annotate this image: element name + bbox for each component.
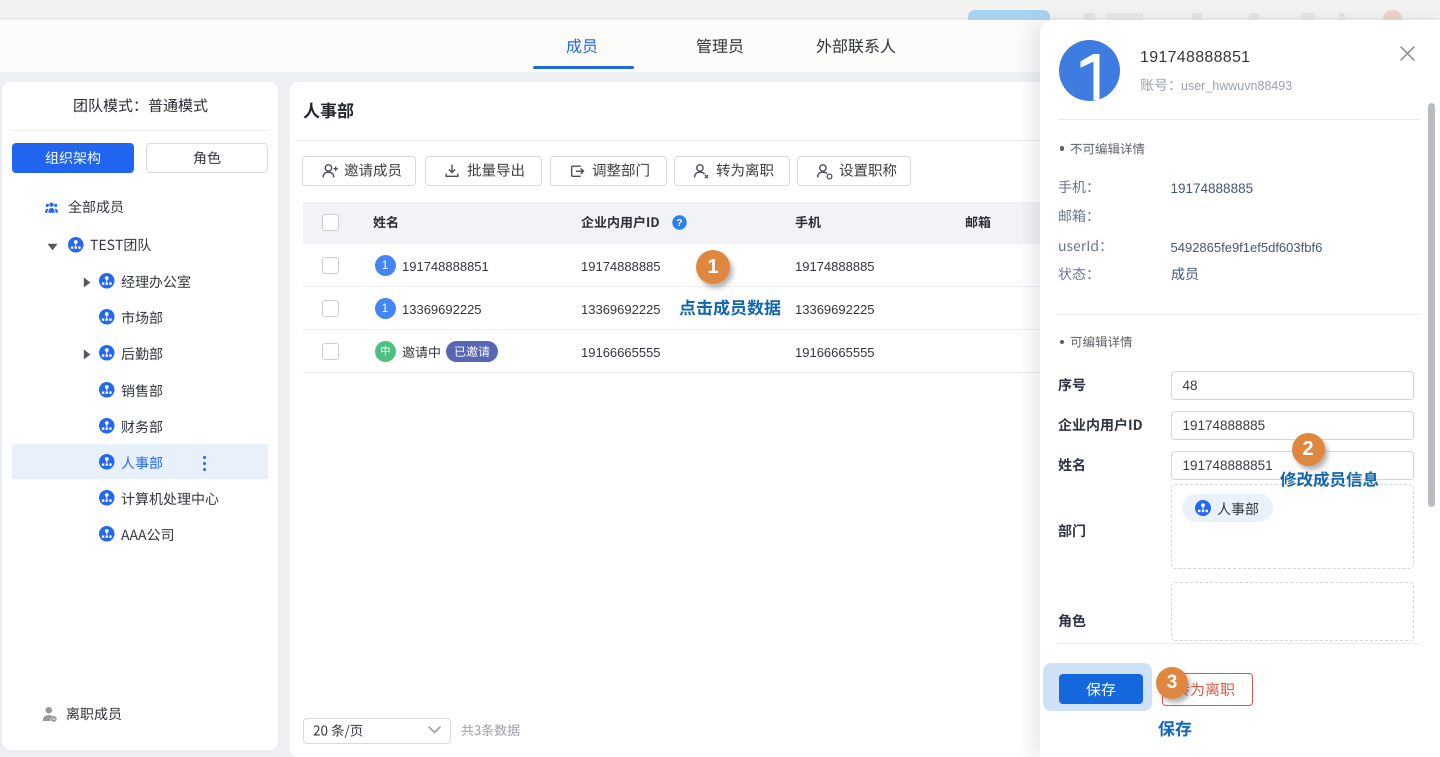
svg-text:?: ? <box>676 217 682 229</box>
